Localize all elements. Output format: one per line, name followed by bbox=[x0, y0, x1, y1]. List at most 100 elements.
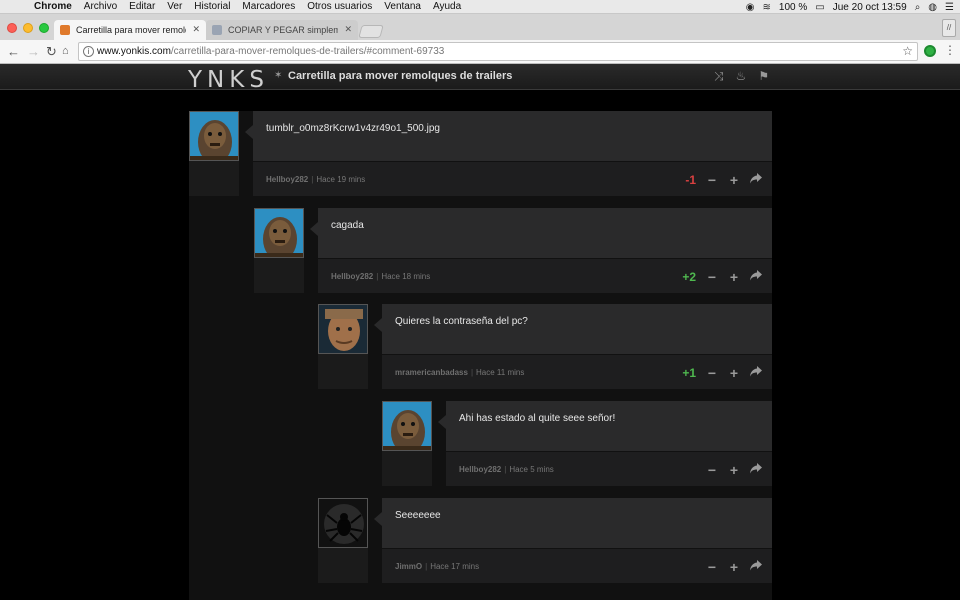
menu-otros-usuarios[interactable]: Otros usuarios bbox=[301, 1, 378, 12]
vote-score: +1 bbox=[682, 365, 696, 380]
comment-meta: mramericanbadass | Hace 11 mins +1− + bbox=[382, 354, 772, 389]
share-icon[interactable] bbox=[750, 269, 762, 284]
menubar-status-area: ◉ ≋ 100 % ▭ Jue 20 oct 13:59 ⌕ ◍ ☰ bbox=[746, 0, 954, 14]
page-favicon-icon bbox=[212, 25, 222, 35]
share-icon[interactable] bbox=[750, 365, 762, 380]
comment-body: Seeeeeee bbox=[374, 498, 772, 548]
wifi-icon[interactable]: ≋ bbox=[763, 2, 771, 13]
comment-meta: JimmO | Hace 17 mins − + bbox=[382, 548, 772, 583]
comment-meta: Hellboy282 | Hace 19 mins -1− + bbox=[253, 161, 772, 196]
menu-archivo[interactable]: Archivo bbox=[78, 1, 123, 12]
comment-actions: -1− + bbox=[685, 162, 762, 197]
forward-arrow-icon[interactable]: → bbox=[27, 44, 40, 59]
comment-actions: − + bbox=[706, 549, 762, 584]
comment-body: cagada bbox=[310, 208, 772, 258]
comment-text: Quieres la contraseña del pc? bbox=[395, 316, 528, 327]
share-icon[interactable] bbox=[750, 462, 762, 477]
vote-score: +2 bbox=[682, 269, 696, 284]
upvote-button[interactable]: + bbox=[728, 173, 740, 187]
comment-meta: Hellboy282 | Hace 18 mins +2− + bbox=[318, 258, 772, 293]
star-icon: ✶ bbox=[274, 70, 283, 81]
comment-meta: Hellboy282 | Hace 5 mins − + bbox=[446, 451, 772, 486]
menu-app[interactable]: Chrome bbox=[28, 1, 78, 12]
comment-author[interactable]: JimmO bbox=[395, 562, 422, 571]
window-controls bbox=[7, 23, 49, 33]
comment-author[interactable]: Hellboy282 bbox=[331, 272, 373, 281]
comment-timestamp[interactable]: Hace 5 mins bbox=[509, 465, 553, 474]
record-icon[interactable]: ◉ bbox=[746, 2, 755, 13]
downvote-button[interactable]: − bbox=[706, 366, 718, 380]
spotlight-icon[interactable]: ⌕ bbox=[915, 2, 921, 13]
avatar[interactable] bbox=[318, 304, 368, 354]
comment-timestamp[interactable]: Hace 18 mins bbox=[381, 272, 430, 281]
url-path: /carretilla-para-mover-remolques-de-trai… bbox=[170, 46, 445, 57]
comment-timestamp[interactable]: Hace 19 mins bbox=[316, 175, 365, 184]
shuffle-icon[interactable]: ⤨ bbox=[714, 69, 724, 84]
comment-body: Ahi has estado al quite seee señor! bbox=[438, 401, 772, 451]
menu-kebab-icon[interactable]: ⋮ bbox=[944, 43, 956, 57]
flag-icon[interactable]: ⚑ bbox=[758, 69, 769, 84]
flame-icon[interactable]: ♨ bbox=[736, 69, 747, 84]
reload-icon[interactable]: ↻ bbox=[46, 44, 57, 60]
tab-copiar-pegar[interactable]: COPIAR Y PEGAR simplemente ✕ bbox=[206, 20, 358, 40]
comment-actions: − + bbox=[706, 452, 762, 487]
upvote-button[interactable]: + bbox=[728, 366, 740, 380]
yonkis-favicon-icon bbox=[60, 25, 70, 35]
downvote-button[interactable]: − bbox=[706, 270, 718, 284]
tab-strip: Carretilla para mover remolques ✕ COPIAR… bbox=[0, 14, 960, 40]
close-window-button[interactable] bbox=[7, 23, 17, 33]
avatar[interactable] bbox=[254, 208, 304, 258]
upvote-button[interactable]: + bbox=[728, 463, 740, 477]
comment-body: tumblr_o0mz8rKcrw1v4zr49o1_500.jpg bbox=[245, 111, 772, 161]
comment-author[interactable]: Hellboy282 bbox=[459, 465, 501, 474]
notification-center-icon[interactable]: ☰ bbox=[945, 2, 954, 13]
close-icon[interactable]: ✕ bbox=[344, 24, 352, 35]
new-tab-button[interactable] bbox=[358, 25, 384, 38]
menu-ayuda[interactable]: Ayuda bbox=[427, 1, 467, 12]
comment-timestamp[interactable]: Hace 17 mins bbox=[430, 562, 479, 571]
tab-carretilla[interactable]: Carretilla para mover remolques ✕ bbox=[54, 20, 206, 40]
back-arrow-icon[interactable]: ← bbox=[7, 44, 20, 59]
comment-text: cagada bbox=[331, 220, 364, 231]
comment-actions: +2− + bbox=[682, 259, 762, 294]
avatar[interactable] bbox=[382, 401, 432, 451]
site-logo[interactable]: YNKS bbox=[188, 67, 269, 93]
share-icon[interactable] bbox=[750, 172, 762, 187]
header-icons: ⤨ ♨ ⚑ bbox=[714, 69, 769, 84]
menu-ventana[interactable]: Ventana bbox=[378, 1, 427, 12]
minimize-window-button[interactable] bbox=[23, 23, 33, 33]
upvote-button[interactable]: + bbox=[728, 270, 740, 284]
menu-marcadores[interactable]: Marcadores bbox=[236, 1, 301, 12]
downvote-button[interactable]: − bbox=[706, 560, 718, 574]
info-icon[interactable]: i bbox=[83, 46, 94, 57]
home-icon[interactable]: ⌂ bbox=[62, 45, 69, 57]
downvote-button[interactable]: − bbox=[706, 463, 718, 477]
share-icon[interactable] bbox=[750, 559, 762, 574]
comment-text: Ahi has estado al quite seee señor! bbox=[459, 413, 616, 424]
avatar[interactable] bbox=[189, 111, 239, 161]
comment-timestamp[interactable]: Hace 11 mins bbox=[476, 368, 524, 377]
menu-editar[interactable]: Editar bbox=[123, 1, 161, 12]
extension-icon[interactable] bbox=[924, 45, 936, 57]
avatar[interactable] bbox=[318, 498, 368, 548]
comment-author[interactable]: Hellboy282 bbox=[266, 175, 308, 184]
bookmark-star-icon[interactable]: ☆ bbox=[902, 44, 913, 58]
zoom-window-button[interactable] bbox=[39, 23, 49, 33]
downvote-button[interactable]: − bbox=[706, 173, 718, 187]
menu-ver[interactable]: Ver bbox=[161, 1, 188, 12]
browser-toolbar: ← → ↻ ⌂ i www.yonkis.com/carretilla-para… bbox=[0, 40, 960, 64]
url-domain: www.yonkis.com bbox=[97, 46, 171, 57]
meta-separator: | bbox=[311, 174, 314, 184]
address-bar[interactable]: i www.yonkis.com/carretilla-para-mover-r… bbox=[78, 42, 918, 61]
vote-score: -1 bbox=[685, 172, 696, 187]
upvote-button[interactable]: + bbox=[728, 560, 740, 574]
close-icon[interactable]: ✕ bbox=[192, 24, 200, 35]
user-globe-icon[interactable]: ◍ bbox=[928, 2, 937, 13]
profile-button[interactable]: // bbox=[942, 19, 956, 37]
comment-actions: +1− + bbox=[682, 355, 762, 390]
macos-menubar: Chrome Archivo Editar Ver Historial Marc… bbox=[0, 0, 960, 14]
battery-icon[interactable]: ▭ bbox=[815, 2, 824, 13]
menu-historial[interactable]: Historial bbox=[188, 1, 236, 12]
menubar-datetime[interactable]: Jue 20 oct 13:59 bbox=[833, 2, 907, 13]
comment-author[interactable]: mramericanbadass bbox=[395, 368, 468, 377]
